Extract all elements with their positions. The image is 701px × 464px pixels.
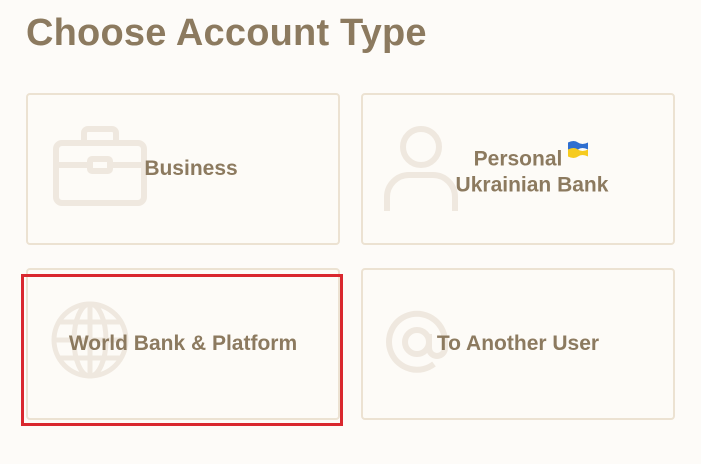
personal-label: Personal Ukrainian Bank — [363, 140, 673, 199]
page-title: Choose Account Type — [26, 12, 427, 54]
personal-ukrainian-bank-card[interactable]: Personal Ukrainian Bank — [361, 93, 675, 245]
world-bank-platform-card[interactable]: World Bank & Platform — [26, 268, 340, 420]
business-account-card[interactable]: Business — [26, 93, 340, 245]
ukraine-flag-icon — [568, 141, 589, 158]
personal-label-line1: Personal — [473, 147, 563, 171]
business-label: Business — [144, 157, 238, 180]
personal-label-line2: Ukrainian Bank — [455, 173, 609, 197]
world-bank-label: World Bank & Platform — [68, 332, 298, 355]
to-another-user-label: To Another User — [436, 332, 600, 355]
to-another-user-card[interactable]: To Another User — [361, 268, 675, 420]
